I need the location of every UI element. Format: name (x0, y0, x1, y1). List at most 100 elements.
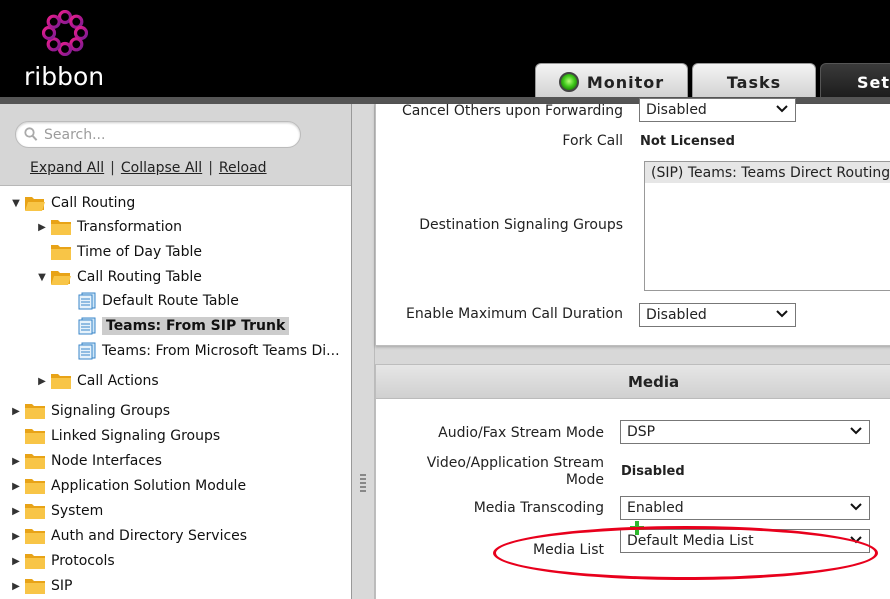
collapsed-arrow-icon[interactable]: ▶ (10, 531, 22, 542)
tree-item-auth-and-directory-services[interactable]: ▶ Auth and Directory Services (10, 525, 247, 547)
media-list-label: Media List (533, 542, 604, 558)
tree-item-system[interactable]: ▶ System (10, 500, 103, 522)
splitter-grip-icon[interactable] (360, 474, 366, 494)
ribbon-logo: ribbon (22, 10, 112, 91)
collapsed-arrow-icon[interactable]: ▶ (36, 376, 48, 387)
destination-signaling-groups-list[interactable]: (SIP) Teams: Teams Direct Routing (644, 161, 890, 291)
tab-settings-label: Sett (857, 72, 890, 92)
add-media-list-plus-icon[interactable] (630, 521, 644, 535)
tab-settings[interactable]: Sett (820, 63, 890, 100)
expanded-arrow-icon[interactable]: ▼ (36, 272, 48, 283)
expand-all-link[interactable]: Expand All (30, 160, 104, 176)
tree-item-application-solution-module[interactable]: ▶ Application Solution Module (10, 475, 246, 497)
status-led-icon (558, 72, 579, 92)
media-section-header: Media (376, 365, 890, 399)
media-transcoding-select[interactable]: Enabled (620, 496, 870, 520)
chevron-down-icon (776, 310, 788, 318)
media-list-value: Default Media List (627, 533, 754, 549)
tree-item-label: Auth and Directory Services (51, 528, 248, 544)
folder-icon (25, 429, 45, 444)
video-application-stream-mode-label: Video/Application Stream Mode (427, 455, 604, 489)
folder-icon (25, 579, 45, 594)
collapsed-arrow-icon[interactable]: ▶ (10, 506, 22, 517)
tree-item-label: Time of Day Table (77, 244, 202, 260)
tab-monitor[interactable]: Monitor (535, 63, 688, 100)
sidebar-toolbar: Expand All | Collapse All | Reload (0, 104, 351, 186)
max-call-duration-value: Disabled (646, 307, 707, 323)
reload-link[interactable]: Reload (219, 160, 267, 176)
collapsed-arrow-icon[interactable]: ▶ (10, 406, 22, 417)
folder-icon (25, 479, 45, 494)
tree-item-call-actions[interactable]: ▶ Call Actions (36, 370, 159, 392)
app-header: ribbon Monitor Tasks Sett (0, 0, 890, 100)
call-routing-card: Cancel Others upon Forwarding Disabled F… (375, 98, 890, 346)
tree-item-time-of-day-table[interactable]: Time of Day Table (36, 241, 202, 263)
tree-item-sip[interactable]: ▶ SIP (10, 575, 72, 597)
collapsed-arrow-icon[interactable]: ▶ (10, 456, 22, 467)
folder-icon (25, 554, 45, 569)
tab-monitor-label: Monitor (586, 72, 665, 92)
collapsed-arrow-icon[interactable]: ▶ (36, 222, 48, 233)
tree-item-teams-from-sip-trunk[interactable]: Teams: From SIP Trunk (64, 315, 290, 337)
tree-actions: Expand All | Collapse All | Reload (30, 160, 267, 176)
table-icon (78, 342, 96, 360)
destination-signaling-groups-label: Destination Signaling Groups (419, 217, 623, 233)
tree-item-label: Default Route Table (102, 293, 239, 309)
link-separator: | (110, 160, 115, 176)
media-list-select[interactable]: Default Media List (620, 529, 870, 553)
folder-icon (25, 454, 45, 469)
tree-item-label: Call Routing Table (77, 269, 202, 285)
search-input[interactable] (44, 125, 284, 145)
link-separator: | (208, 160, 213, 176)
tree-item-linked-signaling-groups[interactable]: Linked Signaling Groups (10, 425, 220, 447)
search-box[interactable] (15, 121, 301, 148)
audio-fax-stream-mode-select[interactable]: DSP (620, 420, 870, 444)
navigation-tree: ▼ Call Routing ▶ Transformation Time of … (0, 187, 351, 599)
collapsed-arrow-icon[interactable]: ▶ (10, 481, 22, 492)
tree-item-signaling-groups[interactable]: ▶ Signaling Groups (10, 400, 170, 422)
tree-item-label: Application Solution Module (51, 478, 247, 494)
folder-icon (25, 504, 45, 519)
tree-item-label: System (51, 503, 104, 519)
tree-item-transformation[interactable]: ▶ Transformation (36, 216, 182, 238)
tree-item-call-routing-table[interactable]: ▼ Call Routing Table (36, 266, 202, 288)
expanded-arrow-icon[interactable]: ▼ (10, 198, 22, 209)
list-item[interactable]: (SIP) Teams: Teams Direct Routing (645, 162, 890, 183)
cancel-others-label: Cancel Others upon Forwarding (402, 103, 623, 119)
collapsed-arrow-icon[interactable]: ▶ (10, 556, 22, 567)
main-content: Cancel Others upon Forwarding Disabled F… (375, 98, 890, 599)
panel-splitter[interactable] (351, 104, 375, 599)
table-icon (78, 292, 96, 310)
tree-item-protocols[interactable]: ▶ Protocols (10, 550, 115, 572)
tree-item-label: Transformation (77, 219, 183, 235)
tree-item-teams-from-microsoft-teams[interactable]: Teams: From Microsoft Teams Di... (64, 340, 340, 362)
fork-call-value: Not Licensed (640, 134, 735, 149)
collapse-all-link[interactable]: Collapse All (121, 160, 202, 176)
tab-tasks-label: Tasks (726, 72, 782, 92)
tree-item-node-interfaces[interactable]: ▶ Node Interfaces (10, 450, 162, 472)
chevron-down-icon (850, 536, 862, 544)
media-transcoding-value: Enabled (627, 500, 684, 516)
collapsed-arrow-icon[interactable]: ▶ (10, 581, 22, 592)
folder-icon (51, 245, 71, 260)
max-call-duration-label: Enable Maximum Call Duration (406, 306, 623, 322)
video-application-stream-mode-value: Disabled (621, 464, 685, 479)
tree-item-call-routing[interactable]: ▼ Call Routing (10, 192, 135, 214)
fork-call-label: Fork Call (562, 133, 623, 149)
search-icon (24, 127, 38, 141)
tree-item-label: Teams: From Microsoft Teams Di... (102, 343, 340, 359)
tree-item-label: Call Actions (77, 373, 159, 389)
open-folder-icon (25, 197, 45, 211)
tree-item-label: Teams: From SIP Trunk (102, 317, 290, 335)
max-call-duration-select[interactable]: Disabled (639, 303, 796, 327)
chevron-down-icon (850, 427, 862, 435)
tree-item-default-route-table[interactable]: Default Route Table (64, 290, 239, 312)
tree-item-label: Protocols (51, 553, 115, 569)
table-icon (78, 317, 96, 335)
audio-fax-stream-mode-label: Audio/Fax Stream Mode (438, 425, 604, 441)
folder-icon (51, 374, 71, 389)
cancel-others-select[interactable]: Disabled (639, 98, 796, 122)
media-section-title: Media (628, 372, 680, 391)
tab-tasks[interactable]: Tasks (692, 63, 816, 100)
open-folder-icon (51, 271, 71, 285)
